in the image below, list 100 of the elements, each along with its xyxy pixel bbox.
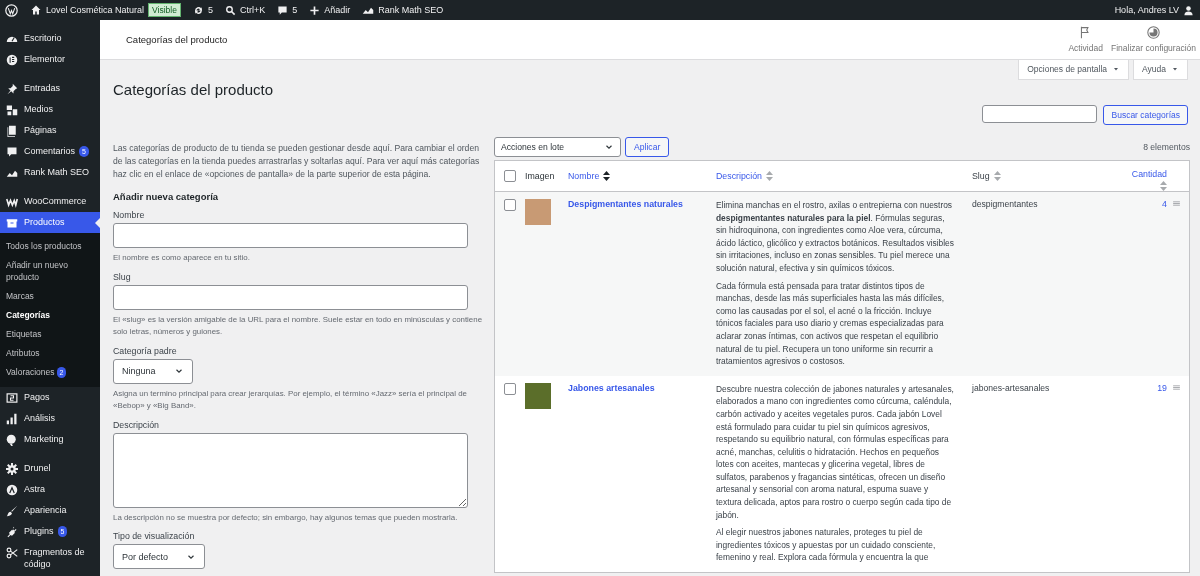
drag-handle-icon [1172,199,1181,208]
screen-meta-tab[interactable]: Opciones de pantalla [1018,60,1130,80]
column-header[interactable]: Nombre [568,171,716,181]
sidebar-menu-item[interactable]: Entradas [0,78,100,99]
slug-text: despigmentantes [972,199,1038,209]
sidebar-menu-item[interactable]: Apariencia [0,500,100,521]
menu-icon [6,125,18,137]
description-text: Cada fórmula está pensada para tratar distintos tipos de manchas, desde las más superficiales hasta las más difíciles, como las causadas por el sol, el acné o la fricción. Incluye tónicos faciales para uso diario y cremas especializadas para aclarar zonas íntimas, con activos que respetan el equilibrio natural de tu piel. Recupera un tono uniforme sin recurrir a tratamientos agresivos o costosos. [716,279,946,368]
photo-placeholder [525,199,551,225]
menu-icon [6,196,18,208]
search-button[interactable]: Buscar categorías [1103,105,1188,125]
row-checkbox[interactable] [504,199,516,211]
sidebar-menu-item[interactable]: Marketing [0,429,100,450]
sidebar-menu-item[interactable]: Escritorio [0,28,100,49]
field-label: Slug [113,271,132,282]
sidebar-menu-item[interactable]: Productos [0,212,100,233]
select-all-checkbox[interactable] [504,170,516,182]
header-action[interactable]: Finalizar configuración [1106,20,1200,59]
wordpress-logo-icon [5,3,18,17]
user-icon [1183,4,1194,16]
sort-icon [1160,181,1167,191]
intro-text: Las categorías de producto de tu tienda se pueden gestionar desde aquí. Para cambiar el orden de las categorías en la tienda puedes arrastrarlas y soltarlas aquí. Para ver aquí más categorías haz clic en el enlace de «opciones de pantalla» de la parte superior de esta página. [113,142,481,181]
header-action[interactable]: Actividad [1064,20,1107,59]
submenu-item[interactable]: Etiquetas [0,325,100,344]
sidebar-menu-item[interactable]: Elementor [0,49,100,70]
search-shortcut[interactable]: Ctrl+K [239,5,266,15]
greeting-link[interactable]: Hola, Andres LV [1114,5,1179,15]
menu-icon [6,413,18,425]
new-content-link[interactable]: Añadir [324,5,351,15]
text-field[interactable] [113,223,468,248]
sort-icon [993,171,1001,181]
description-text: Al elegir nuestros jabones naturales, proteges tu piel de ingredientes tóxicos y apuestas por un cuidado consciente, femenino y real. Explora cada fórmula y encuentra la que [716,526,937,565]
apply-button[interactable]: Aplicar [625,137,670,157]
sidebar-menu-item[interactable]: Pagos [0,387,100,408]
sidebar-menu-item[interactable]: WooCommerce [0,191,100,212]
sidebar-menu-item[interactable]: Astra [0,479,100,500]
select-dropdown[interactable]: Ninguna [113,358,193,384]
menu-icon [6,146,18,158]
menu-icon [6,217,18,229]
count-link[interactable]: 4 [1162,199,1167,209]
caret-icon [1112,65,1121,73]
sidebar-menu-item[interactable]: Drunel [0,458,100,479]
caret-icon [1171,65,1179,73]
select-dropdown[interactable]: Por defecto [113,544,206,569]
count-link[interactable]: 19 [1157,382,1167,393]
comment-icon [277,4,289,16]
text-field[interactable] [113,284,468,310]
menu-icon [6,526,18,538]
column-header[interactable]: Slug [962,171,1122,181]
submenu-item[interactable]: Categorías [0,306,100,325]
comments-count[interactable]: 5 [292,5,298,15]
search-field[interactable] [982,105,1098,123]
column-header: Imagen [525,171,556,181]
sort-icon [765,171,773,181]
menu-icon [6,463,18,475]
sidebar-menu-item[interactable]: Fragmentos de código [0,542,100,574]
page-title: Categorías del producto [112,80,275,100]
column-header[interactable]: Descripción [716,171,962,181]
bulk-actions-select[interactable]: Acciones en lote [494,137,621,157]
category-link[interactable]: Despigmentantes naturales [568,199,683,209]
slug-text: jabones-artesanales [972,382,1050,393]
column-header[interactable]: Cantidad [1122,161,1167,191]
description-textarea[interactable] [113,432,468,508]
field-label: Nombre [113,210,146,220]
visibility-badge: Visible [148,3,181,17]
sidebar-menu-item[interactable]: Análisis [0,408,100,429]
submenu-item[interactable]: Añadir un nuevo producto [0,256,100,287]
page-breadcrumb: Categorías del producto [126,34,228,45]
field-label: Categoría padre [113,345,178,356]
updates-count[interactable]: 5 [207,5,213,15]
submenu-item[interactable]: Marcas [0,287,100,306]
progress-circle-icon [1146,26,1160,39]
menu-icon [6,54,18,66]
menu-icon [6,83,18,95]
search-icon [224,4,236,16]
field-label: Tipo de visualización [113,531,196,541]
category-link[interactable]: Jabones artesanales [568,382,655,393]
form-heading: Añadir nueva categoría [113,191,220,202]
updates-icon [192,4,204,16]
menu-icon [6,392,18,404]
home-icon [30,4,42,16]
photo-placeholder [525,382,551,409]
item-count: 8 elementos [1143,142,1190,152]
menu-icon [6,505,18,517]
menu-icon [6,104,18,116]
plus-icon [309,4,321,16]
menu-icon [6,434,18,446]
sort-icon [603,171,611,181]
submenu-item[interactable]: Atributos [0,344,100,363]
menu-icon [6,484,18,496]
row-checkbox[interactable] [504,382,516,395]
menu-icon [6,547,18,559]
sidebar-menu-item[interactable]: Páginas [0,120,100,141]
sidebar-menu-item[interactable]: Rank Math SEO [0,162,100,183]
site-name-link[interactable]: Lovel Cosmética Natural [46,5,145,15]
screen-meta-tab[interactable]: Ayuda [1133,60,1188,80]
submenu-item[interactable]: Todos los productos [0,237,100,256]
description-text: Elimina manchas en el rostro, axilas o entrepierna con nuestros despigmentantes naturales para la piel. Fórmulas seguras, sin hidroquinona, con ingredientes como Aloe vera, cúrcuma, ácido láctico, glicólico y extractos botánicos. Resultados visibles sin irritaciones, incluso en zonas sensibles. Tu piel merece una solución natural, efectiva y sin químicos tóxicos. [716,199,954,275]
sidebar-menu-item[interactable]: Medios [0,99,100,120]
seo-menu-link[interactable]: Rank Math SEO [378,5,444,15]
